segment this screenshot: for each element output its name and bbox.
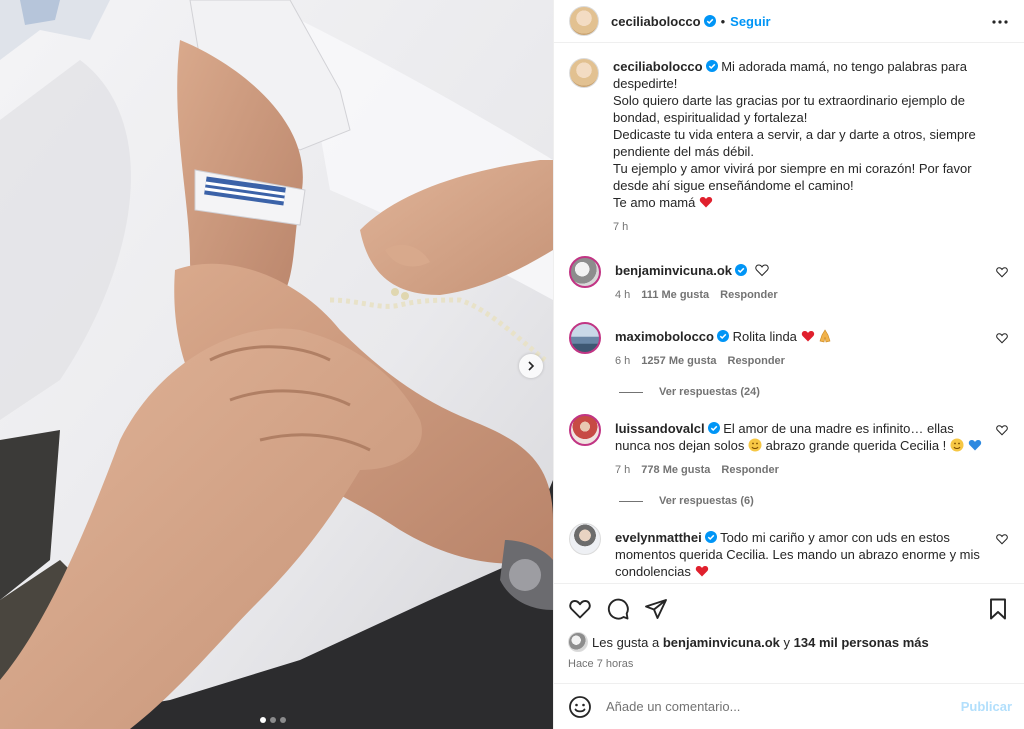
comment-like-count[interactable]: 1257 Me gusta bbox=[641, 353, 716, 370]
caption-line-2: Solo quiero darte las gracias por tu ext… bbox=[613, 93, 965, 125]
caption-avatar[interactable] bbox=[569, 58, 599, 88]
instagram-post-modal: ceciliabolocco • Seguir ceciliabolocco M… bbox=[0, 0, 1024, 729]
hug-emoji-icon bbox=[950, 438, 964, 452]
praying-hands-emoji-icon bbox=[819, 329, 831, 343]
comment-text-continued: abrazo grande querida Cecilia ! bbox=[765, 438, 947, 453]
save-bookmark-icon[interactable] bbox=[986, 597, 1010, 621]
post-caption: ceciliabolocco Mi adorada mamá, no tengo… bbox=[569, 58, 1008, 236]
caption-line-4: Tu ejemplo y amor vivirá por siempre en … bbox=[613, 161, 972, 193]
carousel-dot-2[interactable] bbox=[270, 717, 276, 723]
likes-mid: y bbox=[783, 634, 791, 650]
comment-item: benjaminvicuna.ok 4 h 111 Me gusta Respo… bbox=[569, 256, 1008, 304]
likes-count-link[interactable]: 134 mil personas más bbox=[794, 635, 929, 650]
more-options-icon[interactable] bbox=[990, 12, 1010, 32]
caption-meta: 7 h bbox=[613, 219, 986, 236]
view-replies-label[interactable]: Ver respuestas (6) bbox=[659, 495, 754, 507]
carousel-indicators bbox=[260, 717, 286, 723]
replies-divider bbox=[619, 391, 643, 393]
carousel-dot-1[interactable] bbox=[260, 717, 266, 723]
publish-button[interactable]: Publicar bbox=[961, 699, 1012, 714]
comment-like-count[interactable]: 111 Me gusta bbox=[641, 287, 709, 304]
like-comment-heart-icon[interactable] bbox=[996, 424, 1008, 436]
comment-time: 6 h bbox=[615, 355, 631, 367]
likes-prefix: Les gusta a bbox=[592, 634, 660, 650]
like-comment-heart-icon[interactable] bbox=[996, 533, 1008, 545]
comment-time: 4 h bbox=[615, 289, 631, 301]
chevron-right-icon bbox=[528, 361, 535, 371]
commenter-avatar[interactable] bbox=[569, 414, 601, 446]
hug-emoji-icon bbox=[748, 438, 762, 452]
verified-badge-icon bbox=[707, 422, 720, 434]
caption-line-5: Te amo mamá bbox=[613, 195, 696, 210]
comment-time: 7 h bbox=[615, 464, 631, 476]
verified-badge-icon bbox=[716, 330, 729, 342]
comment-item: maximobolocco Rolita linda 6 h 1257 Me g… bbox=[569, 322, 1008, 370]
post-timestamp[interactable]: Hace 7 horas bbox=[568, 658, 1010, 670]
likes-summary: Les gusta a benjaminvicuna.ok y 134 mil … bbox=[568, 632, 1010, 652]
liker-avatar[interactable] bbox=[568, 632, 588, 652]
comment-username[interactable]: maximobolocco bbox=[615, 329, 714, 344]
verified-badge-icon bbox=[705, 60, 718, 72]
comments-scroll-area[interactable]: ceciliabolocco Mi adorada mamá, no tengo… bbox=[554, 43, 1024, 583]
commenter-avatar[interactable] bbox=[569, 322, 601, 354]
verified-badge-icon bbox=[704, 531, 717, 543]
comment-reply-button[interactable]: Responder bbox=[728, 353, 785, 370]
header-separator: • bbox=[720, 13, 726, 29]
comment-item: luissandovalcl El amor de una madre es i… bbox=[569, 414, 1008, 479]
blue-heart-emoji-icon bbox=[968, 440, 981, 451]
like-comment-heart-icon[interactable] bbox=[996, 332, 1008, 344]
verified-badge-icon bbox=[703, 15, 716, 27]
hands-photo-image bbox=[0, 0, 553, 729]
comment-input[interactable] bbox=[606, 699, 961, 714]
carousel-dot-3[interactable] bbox=[280, 717, 286, 723]
post-header: ceciliabolocco • Seguir bbox=[554, 0, 1024, 43]
view-replies-button[interactable]: Ver respuestas (6) bbox=[619, 495, 1008, 507]
emoji-picker-icon[interactable] bbox=[568, 695, 592, 719]
caption-line-3: Dedicaste tu vida entera a servir, a dar… bbox=[613, 127, 976, 159]
white-heart-emoji-icon bbox=[755, 264, 769, 277]
author-avatar[interactable] bbox=[569, 6, 599, 36]
post-photo[interactable] bbox=[0, 0, 553, 729]
author-username[interactable]: ceciliabolocco bbox=[611, 14, 701, 29]
commenter-avatar[interactable] bbox=[569, 523, 601, 555]
comment-username[interactable]: evelynmatthei bbox=[615, 530, 702, 545]
replies-divider bbox=[619, 500, 643, 502]
comment-reply-button[interactable]: Responder bbox=[720, 287, 777, 304]
post-side-panel: ceciliabolocco • Seguir ceciliabolocco M… bbox=[553, 0, 1024, 729]
comment-item: evelynmatthei Todo mi cariño y amor con … bbox=[569, 523, 1008, 580]
comment-reply-button[interactable]: Responder bbox=[721, 462, 778, 479]
post-actions: Les gusta a benjaminvicuna.ok y 134 mil … bbox=[554, 583, 1024, 683]
red-heart-emoji-icon bbox=[801, 331, 814, 342]
follow-button[interactable]: Seguir bbox=[730, 14, 770, 29]
like-heart-icon[interactable] bbox=[568, 597, 592, 621]
share-paper-plane-icon[interactable] bbox=[644, 597, 668, 621]
carousel-next-button[interactable] bbox=[519, 354, 543, 378]
comment-bubble-icon[interactable] bbox=[606, 597, 630, 621]
comment-like-count[interactable]: 778 Me gusta bbox=[641, 462, 710, 479]
red-heart-emoji-icon bbox=[699, 197, 713, 208]
caption-time: 7 h bbox=[613, 221, 629, 233]
comment-text: Rolita linda bbox=[732, 329, 797, 344]
comment-username[interactable]: luissandovalcl bbox=[615, 421, 705, 436]
verified-badge-icon bbox=[735, 264, 748, 276]
add-comment-bar: Publicar bbox=[554, 683, 1024, 729]
commenter-avatar[interactable] bbox=[569, 256, 601, 288]
like-comment-heart-icon[interactable] bbox=[996, 266, 1008, 278]
likes-user-link[interactable]: benjaminvicuna.ok bbox=[663, 635, 780, 650]
caption-username[interactable]: ceciliabolocco bbox=[613, 59, 703, 74]
view-replies-label[interactable]: Ver respuestas (24) bbox=[659, 386, 760, 398]
view-replies-button[interactable]: Ver respuestas (24) bbox=[619, 386, 1008, 398]
comment-username[interactable]: benjaminvicuna.ok bbox=[615, 263, 732, 278]
red-heart-emoji-icon bbox=[695, 566, 708, 577]
